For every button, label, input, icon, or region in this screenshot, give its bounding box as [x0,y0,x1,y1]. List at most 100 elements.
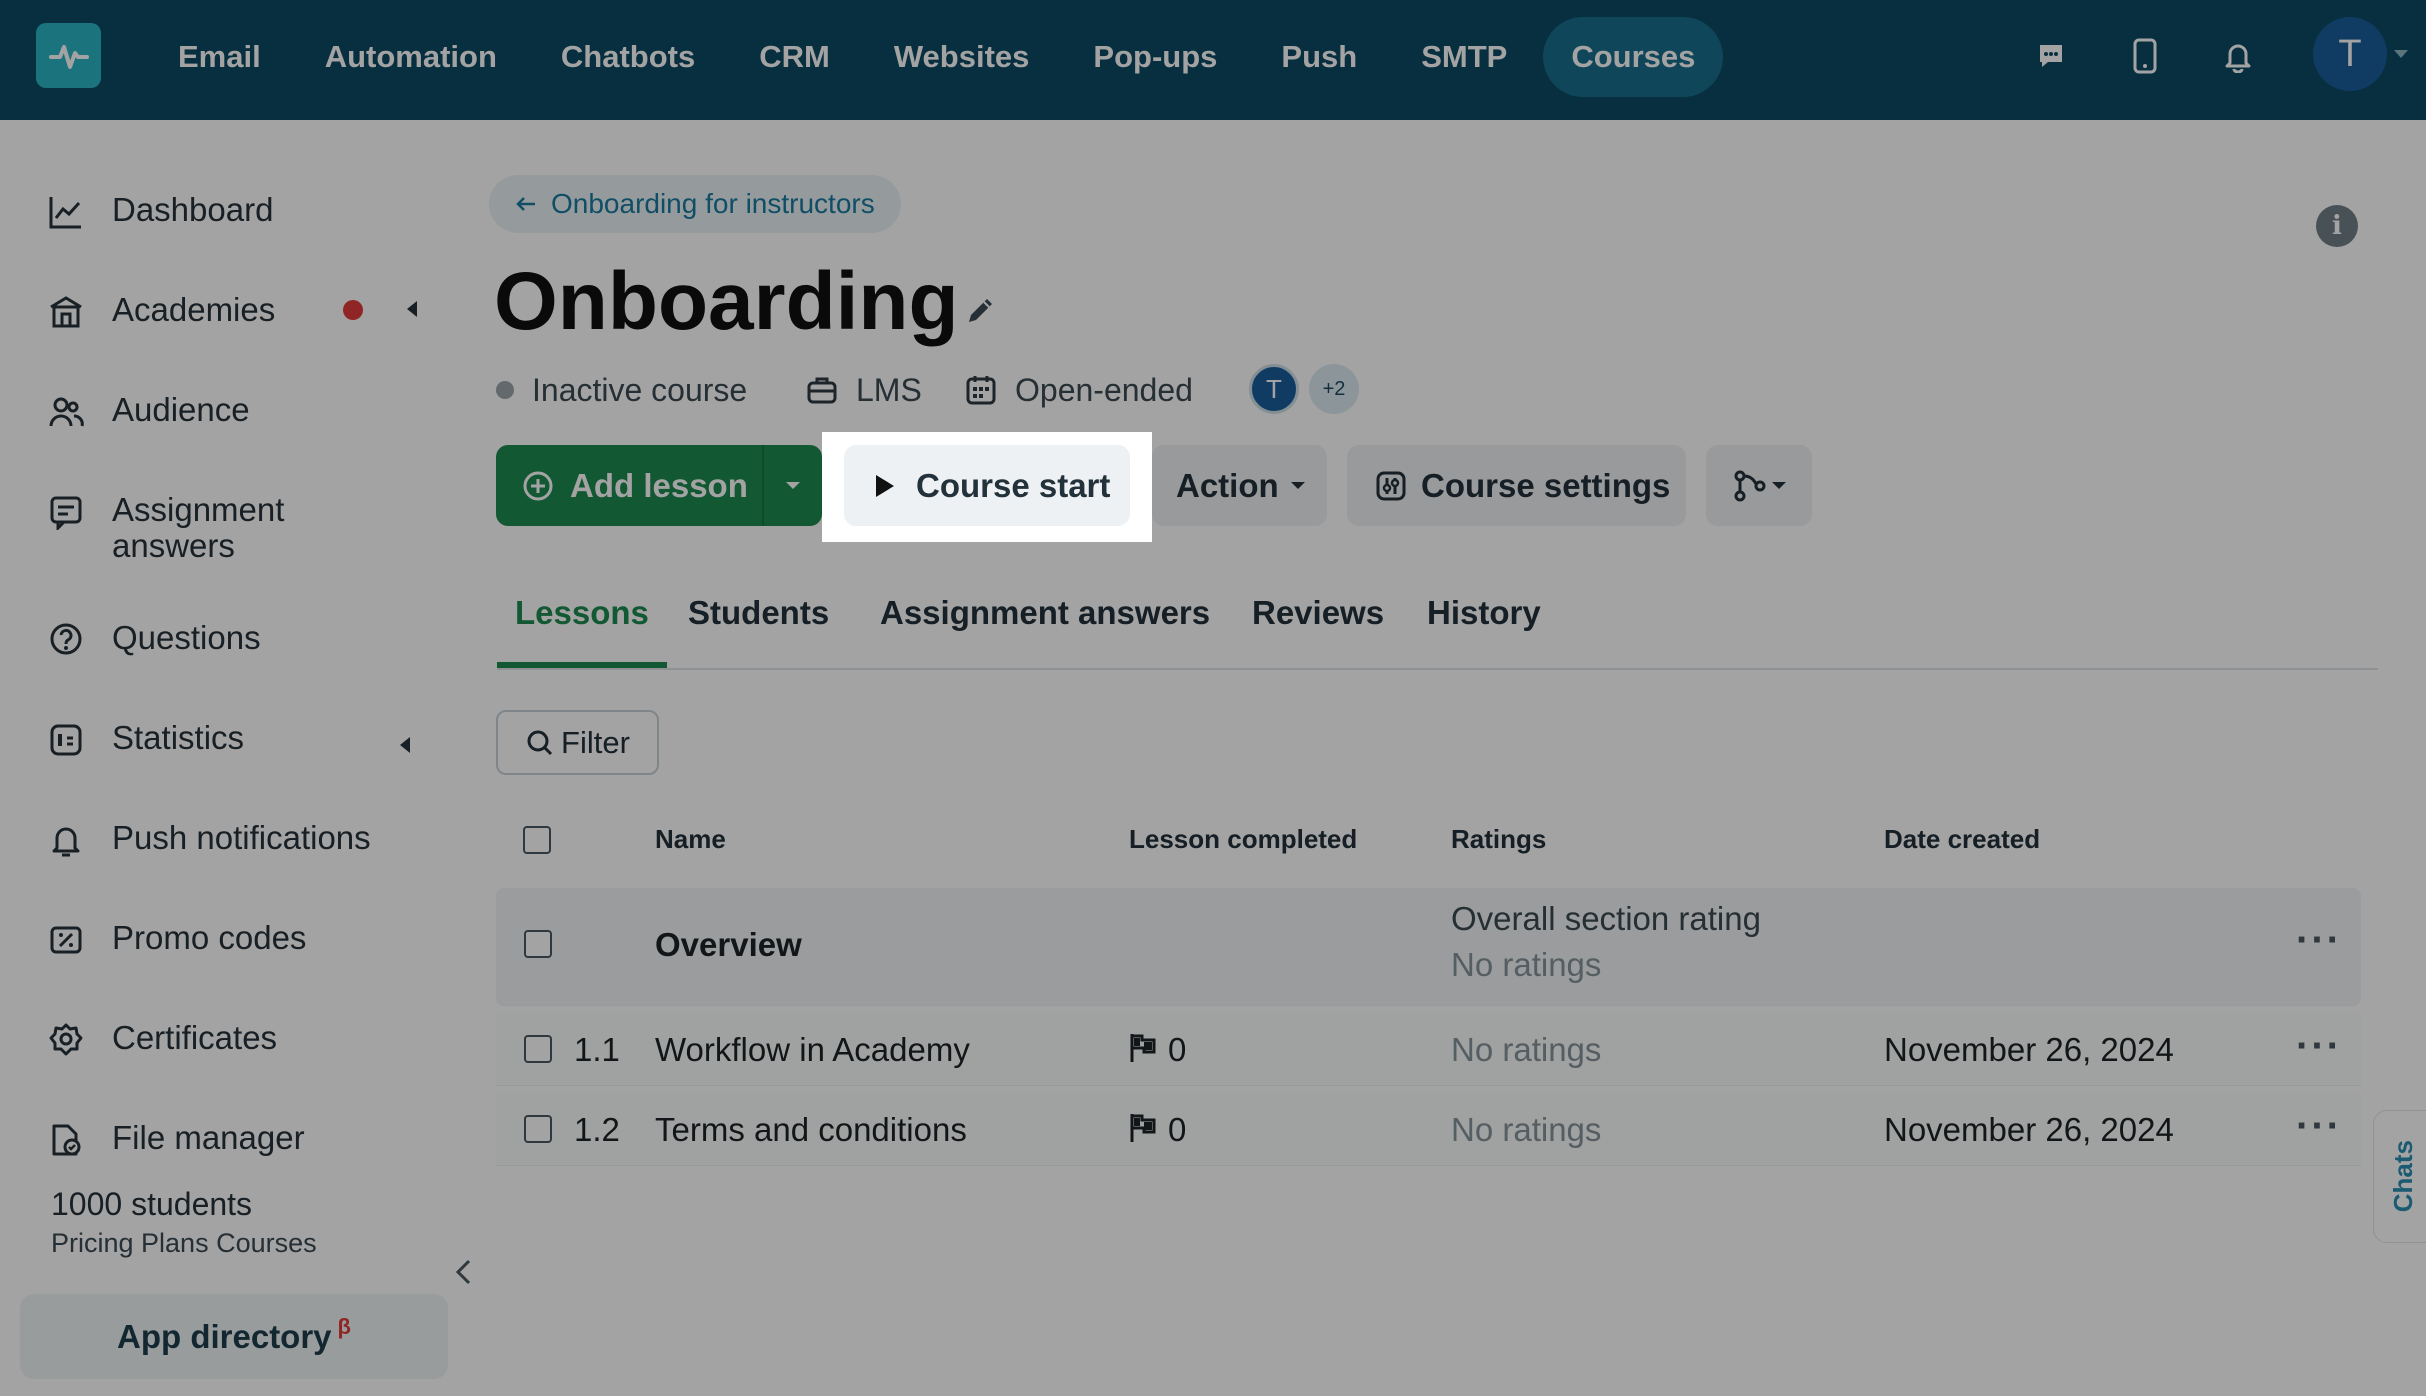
statistics-icon [46,720,86,760]
sidebar-item-statistics[interactable]: Statistics [46,720,244,760]
tab-students[interactable]: Students [670,590,847,668]
chevron-down-icon [1772,482,1786,489]
more-instructors-badge[interactable]: +2 [1309,364,1359,414]
breadcrumb-back-link[interactable]: Onboarding for instructors [489,175,901,233]
info-icon[interactable]: i [2316,205,2358,247]
sidebar-item-audience[interactable]: Audience [46,392,250,432]
flag-icon [1128,1112,1160,1152]
add-lesson-dropdown-button[interactable] [762,445,822,526]
course-type-text: LMS [856,371,922,408]
nav-websites[interactable]: Websites [866,17,1058,97]
chats-side-tab[interactable]: Chats [2373,1110,2426,1243]
certificate-icon [46,1020,86,1060]
filter-button[interactable]: Filter [496,710,659,775]
tab-reviews[interactable]: Reviews [1234,590,1402,668]
sidebar-item-label: Certificates [112,1019,278,1056]
more-options-icon[interactable]: ··· [2296,918,2342,963]
notifications-bell-icon[interactable] [2213,30,2263,82]
lesson-name[interactable]: Terms and conditions [655,1111,967,1149]
sidebar-item-push-notifications[interactable]: Push notifications [46,820,371,860]
course-start-button[interactable]: Course start [844,445,1130,526]
nav-popups[interactable]: Pop-ups [1065,17,1245,97]
nav-automation[interactable]: Automation [297,17,525,97]
edit-pencil-icon[interactable] [963,292,1003,332]
sidebar-item-questions[interactable]: Questions [46,620,261,660]
sidebar-item-label: Audience [112,391,250,428]
table-row[interactable]: 1.1 Workflow in Academy 0 No ratings Nov… [496,1012,2361,1086]
chevron-down-icon[interactable] [2394,50,2408,58]
file-manager-icon [46,1120,86,1160]
lesson-date: November 26, 2024 [1884,1111,2174,1148]
sidebar-item-label: Questions [112,619,261,656]
add-lesson-button[interactable]: Add lesson [496,445,762,526]
nav-email[interactable]: Email [150,17,289,97]
row-checkbox[interactable] [524,930,552,958]
expand-caret-icon[interactable] [400,737,410,753]
nav-chatbots[interactable]: Chatbots [533,17,723,97]
course-start-label: Course start [916,466,1111,504]
app-logo-icon[interactable] [36,23,101,88]
column-header-date-created[interactable]: Date created [1884,824,2040,855]
promo-code-icon [46,920,86,960]
workflow-branch-icon [1732,468,1768,504]
settings-sliders-icon [1375,470,1407,502]
select-all-checkbox[interactable] [523,826,551,854]
table-row[interactable]: 1.2 Terms and conditions 0 No ratings No… [496,1092,2361,1166]
more-options-icon[interactable]: ··· [2296,1024,2342,1069]
sidebar-item-label: Promo codes [112,919,307,956]
sidebar-item-label: File manager [112,1119,305,1156]
nav-smtp[interactable]: SMTP [1393,17,1535,97]
sidebar-item-promo-codes[interactable]: Promo codes [46,920,306,960]
chat-message-icon[interactable] [2026,30,2076,82]
instructor-avatar[interactable]: T [1249,364,1299,414]
column-header-lesson-completed[interactable]: Lesson completed [1129,824,1357,855]
column-header-name[interactable]: Name [655,824,726,855]
sidebar-item-assignment-answers[interactable]: Assignment answers [46,492,312,564]
course-status-text: Inactive course [532,371,748,408]
lesson-number: 1.1 [574,1031,620,1068]
search-icon [525,728,555,758]
row-checkbox[interactable] [524,1035,552,1063]
beta-badge: β [337,1313,351,1339]
lesson-date: November 26, 2024 [1884,1031,2174,1068]
tab-history[interactable]: History [1409,590,1559,668]
workflow-dropdown-button[interactable] [1706,445,1812,526]
section-name[interactable]: Overview [655,926,802,964]
add-lesson-label: Add lesson [570,466,748,504]
course-tabs: Lessons Students Assignment answers Revi… [497,590,2378,670]
more-options-icon[interactable]: ··· [2296,1104,2342,1149]
nav-courses[interactable]: Courses [1543,17,1724,97]
app-directory-button[interactable]: App directory β [20,1294,448,1379]
tab-assignment-answers[interactable]: Assignment answers [862,590,1228,668]
academy-building-icon [46,292,86,332]
nav-crm[interactable]: CRM [731,17,858,97]
sidebar-item-file-manager[interactable]: File manager [46,1120,305,1160]
expand-caret-icon[interactable] [407,301,417,317]
sidebar-item-academies[interactable]: Academies [46,292,275,332]
tab-lessons[interactable]: Lessons [497,590,667,668]
column-header-ratings[interactable]: Ratings [1451,824,1546,855]
lesson-completed-count: 0 [1168,1111,1187,1148]
course-settings-button[interactable]: Course settings [1347,445,1686,526]
action-dropdown-button[interactable]: Action [1152,445,1327,526]
sidebar-item-dashboard[interactable]: Dashboard [46,192,273,232]
page-title: Onboarding [494,256,959,347]
nav-push[interactable]: Push [1253,17,1385,97]
mobile-phone-icon[interactable] [2120,30,2170,82]
section-row[interactable]: Overview Overall section rating No ratin… [496,888,2361,1006]
user-avatar[interactable]: T [2313,17,2387,91]
question-bubble-icon [46,620,86,660]
plan-name-link[interactable]: Pricing Plans Courses [51,1228,317,1259]
lesson-number: 1.2 [574,1111,620,1148]
chevron-down-icon [1290,482,1305,489]
plan-students-count: 1000 students [51,1186,253,1222]
row-checkbox[interactable] [524,1115,552,1143]
app-directory-label: App directory [117,1317,332,1355]
collapse-sidebar-icon[interactable] [452,1258,476,1285]
lesson-completed: 0 [1128,1031,1186,1072]
sidebar-item-certificates[interactable]: Certificates [46,1020,277,1060]
status-dot [496,381,514,399]
chats-label: Chats [2387,1140,2418,1213]
chevron-down-icon [786,482,800,489]
lesson-name[interactable]: Workflow in Academy [655,1031,970,1069]
